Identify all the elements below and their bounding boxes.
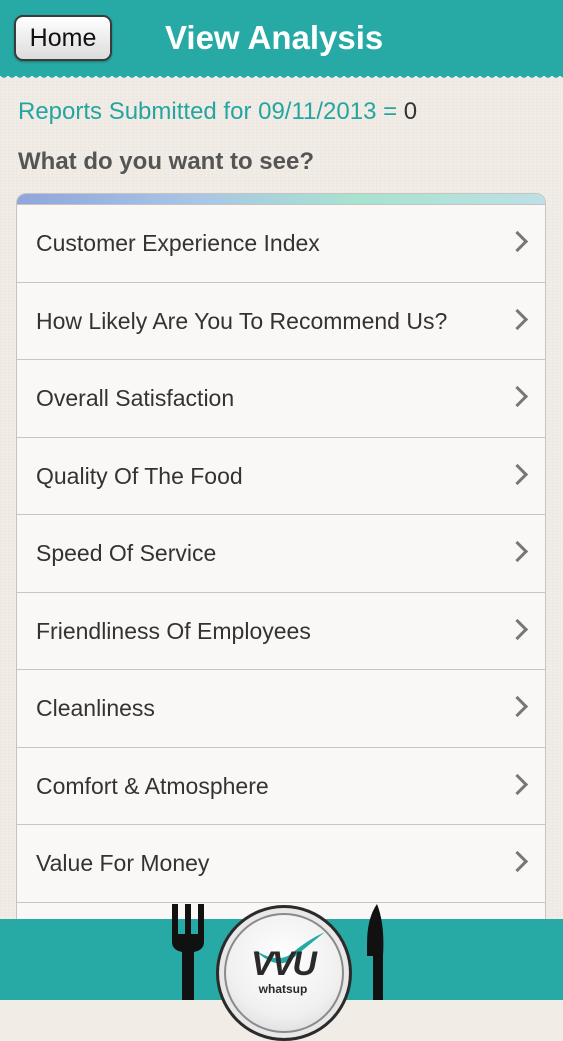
menu-item-quality-of-food[interactable]: Quality Of The Food	[17, 437, 545, 515]
reports-count: 0	[403, 98, 418, 125]
logo-subtext: whatsup	[258, 982, 308, 996]
menu-item-label: Friendliness Of Employees	[36, 617, 311, 644]
page-title: View Analysis	[165, 19, 384, 56]
chevron-right-icon	[506, 618, 529, 640]
menu-item-label: How Likely Are You To Recommend Us?	[36, 307, 448, 334]
menu-item-recommend[interactable]: How Likely Are You To Recommend Us?	[17, 282, 545, 360]
menu-item-label: Speed Of Service	[36, 540, 217, 566]
menu-item-comfort-atmosphere[interactable]: Comfort & Atmosphere	[17, 747, 545, 825]
menu-item-label: Overall Satisfaction	[36, 385, 235, 411]
menu-item-value-for-money[interactable]: Value For Money	[17, 825, 545, 903]
chevron-right-icon	[506, 540, 529, 563]
home-button[interactable]: Home	[14, 15, 112, 61]
menu-item-speed-of-service[interactable]: Speed Of Service	[17, 515, 545, 593]
chevron-right-icon	[506, 308, 529, 330]
reports-label: Reports Submitted for 09/11/2013 =	[18, 98, 404, 125]
chevron-right-icon	[506, 695, 529, 718]
reports-submitted-text: Reports Submitted for 09/11/2013 = 0	[18, 98, 417, 126]
menu-item-label: Cleanliness	[36, 695, 155, 721]
chevron-right-icon	[506, 463, 529, 485]
chevron-right-icon	[506, 773, 529, 795]
logo-text: VVU	[251, 945, 317, 983]
analysis-menu-list: Customer Experience Index How Likely Are…	[16, 193, 546, 920]
analysis-prompt: What do you want to see?	[18, 148, 315, 175]
fork-icon	[172, 904, 204, 1000]
chevron-right-icon	[506, 385, 529, 408]
menu-item-label: Comfort & Atmosphere	[36, 772, 269, 799]
menu-item-customer-experience-index[interactable]: Customer Experience Index	[17, 205, 545, 283]
menu-item-label: Quality Of The Food	[36, 462, 243, 489]
header-bar: Home View Analysis	[0, 0, 563, 82]
menu-item-friendliness-of-employees[interactable]: Friendliness Of Employees	[17, 592, 545, 670]
menu-item-overall-satisfaction[interactable]: Overall Satisfaction	[17, 360, 545, 438]
menu-item-cleanliness[interactable]: Cleanliness	[17, 670, 545, 748]
chevron-right-icon	[506, 230, 529, 253]
chevron-right-icon	[506, 850, 529, 873]
menu-item-label: Value For Money	[36, 850, 210, 876]
list-top-strip	[17, 194, 545, 205]
knife-icon	[367, 904, 384, 1000]
menu-item-label: Customer Experience Index	[36, 230, 320, 256]
